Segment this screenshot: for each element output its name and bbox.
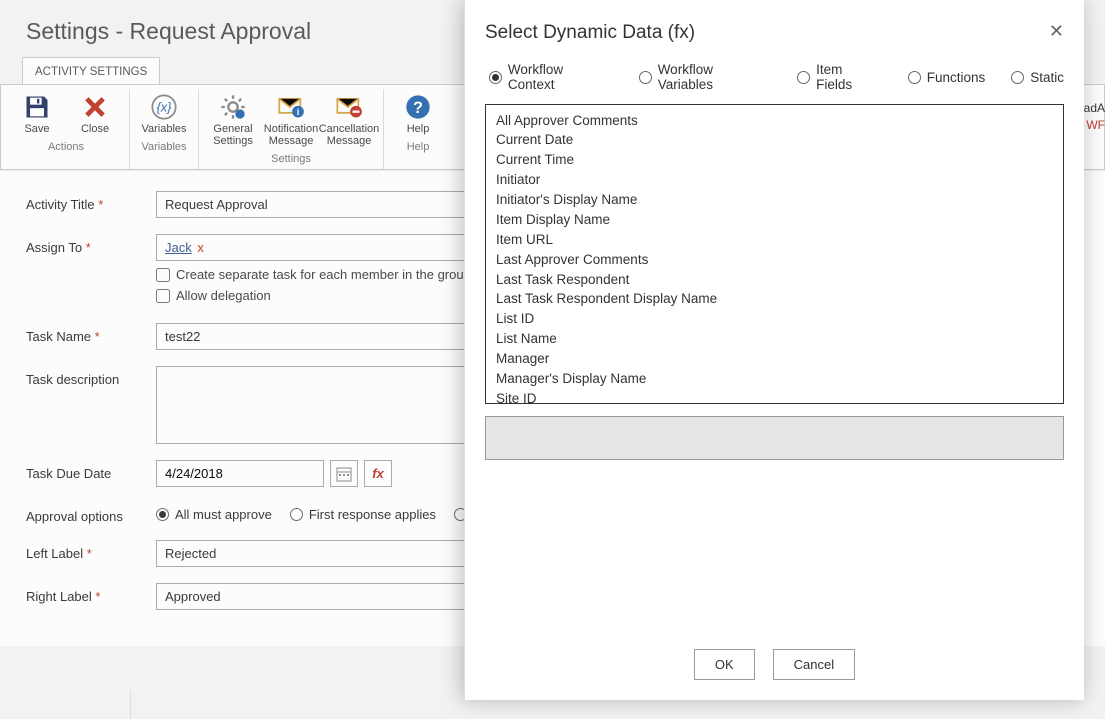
ribbon-group-settings: General Settings i Notification Message … — [199, 89, 384, 169]
list-item[interactable]: Site ID — [496, 389, 1053, 404]
tab-activity-settings[interactable]: ACTIVITY SETTINGS — [22, 57, 160, 84]
list-item[interactable]: Current Time — [496, 151, 1053, 171]
dialog-preview-input[interactable] — [485, 416, 1064, 460]
dialog-source-tabs: Workflow Context Workflow Variables Item… — [465, 52, 1084, 104]
create-separate-task-checkbox[interactable] — [156, 268, 170, 282]
tab-item-fields[interactable]: Item Fields — [797, 62, 882, 92]
list-item[interactable]: Manager's Display Name — [496, 369, 1053, 389]
save-button[interactable]: Save — [9, 89, 65, 137]
help-button[interactable]: ? Help — [390, 89, 446, 137]
task-name-label: Task Name * — [26, 323, 156, 344]
list-item[interactable]: List Name — [496, 330, 1053, 350]
list-item[interactable]: Item Display Name — [496, 210, 1053, 230]
remove-assignee-icon[interactable]: x — [194, 240, 204, 255]
ribbon-group-variables: {x} Variables Variables — [130, 89, 199, 169]
left-label-label: Left Label * — [26, 540, 156, 561]
list-item[interactable]: Current Date — [496, 131, 1053, 151]
list-item[interactable]: Last Task Respondent Display Name — [496, 290, 1053, 310]
tab-static[interactable]: Static — [1011, 62, 1064, 92]
list-item[interactable]: Last Task Respondent — [496, 270, 1053, 290]
list-item[interactable]: Initiator — [496, 171, 1053, 191]
cancellation-message-button[interactable]: Cancellation Message — [321, 89, 377, 149]
mail-info-icon: i — [277, 93, 305, 121]
task-due-date-input[interactable] — [156, 460, 324, 487]
approval-options-label: Approval options — [26, 503, 156, 524]
tab-workflow-variables[interactable]: Workflow Variables — [639, 62, 771, 92]
divider — [130, 690, 131, 719]
right-label-label: Right Label * — [26, 583, 156, 604]
all-must-approve-radio[interactable]: All must approve — [156, 507, 272, 522]
list-item[interactable]: Item URL — [496, 230, 1053, 250]
allow-delegation-checkbox[interactable] — [156, 289, 170, 303]
close-icon — [81, 93, 109, 121]
ok-button[interactable]: OK — [694, 649, 755, 680]
notification-message-button[interactable]: i Notification Message — [263, 89, 319, 149]
gear-icon — [219, 93, 247, 121]
task-description-label: Task description — [26, 366, 156, 387]
dynamic-data-list[interactable]: All Approver CommentsCurrent DateCurrent… — [485, 104, 1064, 404]
right-strip: adA WF — [1084, 100, 1105, 134]
dialog-title: Select Dynamic Data (fx) — [485, 22, 695, 44]
general-settings-button[interactable]: General Settings — [205, 89, 261, 149]
save-icon — [23, 93, 51, 121]
ribbon-group-help: ? Help Help — [384, 89, 452, 169]
activity-title-label: Activity Title * — [26, 191, 156, 212]
list-item[interactable]: Last Approver Comments — [496, 250, 1053, 270]
svg-text:?: ? — [413, 99, 423, 117]
calendar-icon — [336, 466, 352, 482]
select-dynamic-data-dialog: Select Dynamic Data (fx) ✕ Workflow Cont… — [464, 0, 1084, 700]
first-response-radio[interactable]: First response applies — [290, 507, 436, 522]
list-item[interactable]: Initiator's Display Name — [496, 191, 1053, 211]
ribbon-group-actions: Save Close Actions — [3, 89, 130, 169]
help-icon: ? — [404, 93, 432, 121]
variables-button[interactable]: {x} Variables — [136, 89, 192, 137]
variables-icon: {x} — [150, 93, 178, 121]
task-due-date-label: Task Due Date — [26, 460, 156, 481]
tab-functions[interactable]: Functions — [908, 62, 986, 92]
dialog-close-button[interactable]: ✕ — [1049, 22, 1064, 40]
fx-button[interactable]: fx — [364, 460, 392, 487]
list-item[interactable]: All Approver Comments — [496, 111, 1053, 131]
date-picker-button[interactable] — [330, 460, 358, 487]
svg-text:{x}: {x} — [157, 100, 173, 115]
assign-to-label: Assign To * — [26, 234, 156, 255]
mail-cancel-icon — [335, 93, 363, 121]
list-item[interactable]: Manager — [496, 350, 1053, 370]
list-item[interactable]: List ID — [496, 310, 1053, 330]
cancel-button[interactable]: Cancel — [773, 649, 855, 680]
close-button[interactable]: Close — [67, 89, 123, 137]
tab-workflow-context[interactable]: Workflow Context — [489, 62, 613, 92]
svg-text:i: i — [297, 107, 300, 117]
